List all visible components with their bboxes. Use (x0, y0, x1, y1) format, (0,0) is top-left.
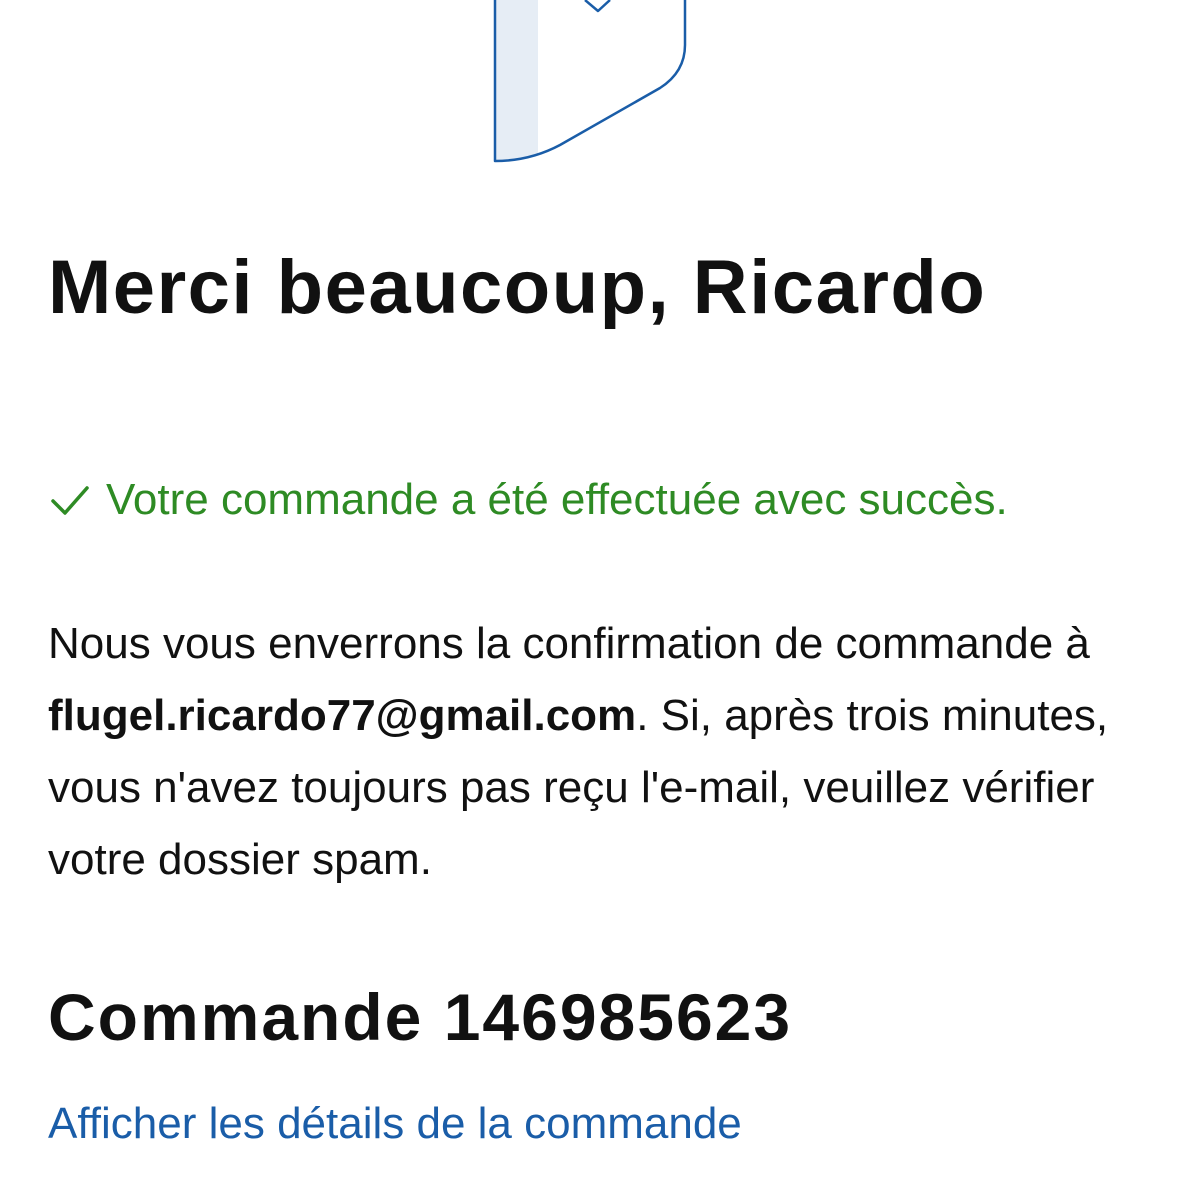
confirmation-message-part1: Nous vous enverrons la confirmation de c… (48, 619, 1090, 668)
order-confirmation-shield-icon (490, 0, 690, 170)
checkmark-icon (48, 478, 92, 522)
success-status-text: Votre commande a été effectuée avec succ… (106, 475, 1008, 524)
customer-email: flugel.ricardo77@gmail.com (48, 691, 637, 740)
order-number-title: Commande 146985623 (48, 980, 793, 1054)
order-confirmation-page: Merci beaucoup, Ricardo Votre commande a… (0, 0, 1179, 1179)
confirmation-message: Nous vous enverrons la confirmation de c… (48, 608, 1138, 896)
success-status: Votre commande a été effectuée avec succ… (48, 470, 1008, 530)
page-title: Merci beaucoup, Ricardo (48, 245, 987, 330)
order-details-link[interactable]: Afficher les détails de la commande (48, 1094, 742, 1154)
